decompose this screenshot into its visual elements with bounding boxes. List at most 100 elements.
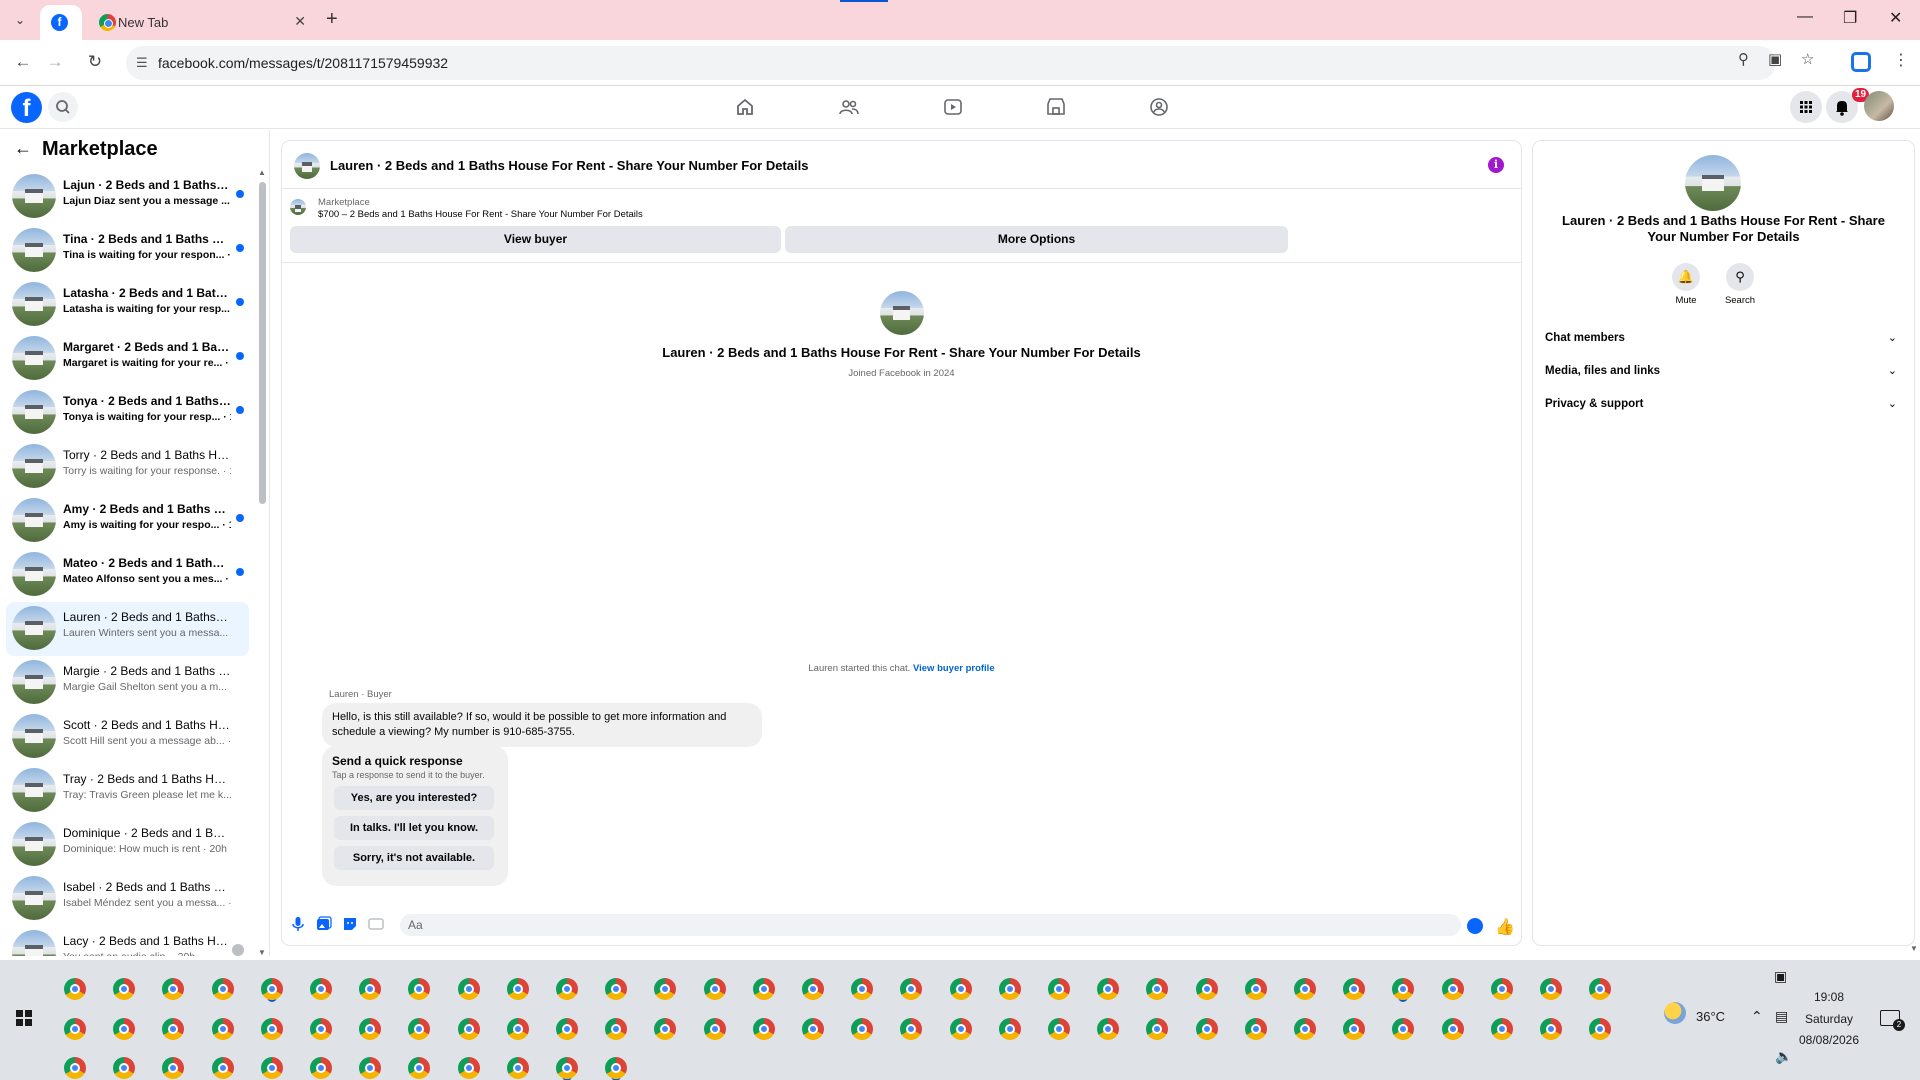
chrome-taskbar-icon[interactable] bbox=[1245, 978, 1267, 1000]
quick-response-button[interactable]: Yes, are you interested? bbox=[334, 786, 494, 810]
chrome-taskbar-icon[interactable] bbox=[1245, 1018, 1267, 1040]
clock-time[interactable]: 19:08 bbox=[1784, 990, 1874, 1004]
url-text[interactable]: facebook.com/messages/t/2081171579459932 bbox=[158, 55, 448, 71]
conversation-item[interactable]: Dominique · 2 Beds and 1 Baths... Dominiq… bbox=[6, 818, 249, 872]
chrome-taskbar-icon[interactable] bbox=[556, 1018, 578, 1040]
chrome-taskbar-icon[interactable] bbox=[310, 1018, 332, 1040]
tab-new-tab[interactable]: New Tab ✕ bbox=[88, 5, 314, 40]
chrome-taskbar-icon[interactable] bbox=[654, 1018, 676, 1040]
emoji-icon[interactable] bbox=[1467, 918, 1483, 934]
conversation-item[interactable]: Scott · 2 Beds and 1 Baths Hous... Scott … bbox=[6, 710, 249, 764]
marketplace-icon[interactable] bbox=[1045, 96, 1067, 118]
chrome-taskbar-icon[interactable] bbox=[802, 1018, 824, 1040]
bookmark-star-icon[interactable]: ☆ bbox=[1801, 50, 1814, 68]
page-scroll-down-icon[interactable]: ▼ bbox=[1910, 944, 1918, 953]
privacy-support-section[interactable]: Privacy & support ⌄ bbox=[1545, 396, 1897, 416]
extension-icon[interactable] bbox=[1851, 52, 1871, 72]
chrome-taskbar-icon[interactable] bbox=[261, 978, 283, 1000]
new-tab-plus-icon[interactable]: + bbox=[326, 8, 338, 30]
conversation-item[interactable]: Lacy · 2 Beds and 1 Baths Ho... You sent … bbox=[6, 926, 249, 956]
clock-day[interactable]: Saturday bbox=[1784, 1012, 1874, 1026]
address-bar[interactable]: ☰ facebook.com/messages/t/20811715794599… bbox=[126, 46, 1776, 80]
chrome-taskbar-icon[interactable] bbox=[1589, 1018, 1611, 1040]
chrome-taskbar-icon[interactable] bbox=[704, 1018, 726, 1040]
facebook-logo-icon[interactable]: f bbox=[11, 92, 42, 123]
chrome-taskbar-icon[interactable] bbox=[1540, 1018, 1562, 1040]
chrome-taskbar-icon[interactable] bbox=[605, 1018, 627, 1040]
window-close-icon[interactable]: ✕ bbox=[1889, 8, 1902, 28]
chrome-taskbar-icon[interactable] bbox=[310, 978, 332, 1000]
chrome-taskbar-icon[interactable] bbox=[162, 1057, 184, 1079]
notification-center-icon[interactable]: 2 bbox=[1880, 1010, 1905, 1031]
chrome-taskbar-icon[interactable] bbox=[605, 978, 627, 1000]
sidebar-scrollbar[interactable]: ▲ ▼ bbox=[256, 168, 268, 956]
chrome-taskbar-icon[interactable] bbox=[1442, 978, 1464, 1000]
chrome-taskbar-icon[interactable] bbox=[1097, 978, 1119, 1000]
screen-capture-icon[interactable]: ▣ bbox=[1774, 968, 1787, 985]
view-buyer-button[interactable]: View buyer bbox=[290, 226, 781, 253]
chrome-taskbar-icon[interactable] bbox=[1491, 1018, 1513, 1040]
chrome-taskbar-icon[interactable] bbox=[1146, 1018, 1168, 1040]
quick-response-button[interactable]: In talks. I'll let you know. bbox=[334, 816, 494, 840]
conversation-item[interactable]: Lauren · 2 Beds and 1 Baths Ho... Lauren … bbox=[6, 602, 249, 656]
conversation-item[interactable]: Tonya · 2 Beds and 1 Baths Ho... Tonya is… bbox=[6, 386, 249, 440]
chrome-taskbar-icon[interactable] bbox=[999, 1018, 1021, 1040]
back-arrow-icon[interactable]: ← bbox=[12, 52, 34, 72]
chrome-taskbar-icon[interactable] bbox=[1540, 978, 1562, 1000]
chrome-taskbar-icon[interactable] bbox=[1343, 1018, 1365, 1040]
chrome-taskbar-icon[interactable] bbox=[1048, 1018, 1070, 1040]
chrome-taskbar-icon[interactable] bbox=[64, 1057, 86, 1079]
conversation-item[interactable]: Margie · 2 Beds and 1 Baths Ho... Margie … bbox=[6, 656, 249, 710]
weather-temperature[interactable]: 36°C bbox=[1696, 1009, 1725, 1024]
facebook-search-button[interactable] bbox=[48, 92, 78, 122]
browser-menu-icon[interactable]: ⋮ bbox=[1893, 50, 1909, 70]
chrome-taskbar-icon[interactable] bbox=[507, 978, 529, 1000]
chrome-taskbar-icon[interactable] bbox=[1196, 1018, 1218, 1040]
chrome-taskbar-icon[interactable] bbox=[1294, 1018, 1316, 1040]
media-files-section[interactable]: Media, files and links ⌄ bbox=[1545, 363, 1897, 383]
mute-button[interactable]: 🔔 Mute bbox=[1666, 263, 1706, 306]
chrome-taskbar-icon[interactable] bbox=[851, 978, 873, 1000]
weather-icon[interactable] bbox=[1664, 1002, 1686, 1024]
chrome-taskbar-icon[interactable] bbox=[802, 978, 824, 1000]
restore-icon[interactable]: ❐ bbox=[1843, 8, 1857, 28]
chrome-taskbar-icon[interactable] bbox=[359, 978, 381, 1000]
chrome-taskbar-icon[interactable] bbox=[654, 978, 676, 1000]
chrome-taskbar-icon[interactable] bbox=[507, 1018, 529, 1040]
chrome-taskbar-icon[interactable] bbox=[458, 1018, 480, 1040]
sidebar-scroll-thumb[interactable] bbox=[259, 182, 266, 504]
chrome-taskbar-icon[interactable] bbox=[753, 1018, 775, 1040]
groups-icon[interactable] bbox=[1148, 96, 1170, 118]
gif-icon[interactable] bbox=[368, 916, 384, 932]
conversation-item[interactable]: Mateo · 2 Beds and 1 Baths H... Mateo Alf… bbox=[6, 548, 249, 602]
chrome-taskbar-icon[interactable] bbox=[162, 1018, 184, 1040]
conversation-item[interactable]: Tray · 2 Beds and 1 Baths House... Tray: … bbox=[6, 764, 249, 818]
chrome-taskbar-icon[interactable] bbox=[212, 978, 234, 1000]
chrome-taskbar-icon[interactable] bbox=[1294, 978, 1316, 1000]
chrome-taskbar-icon[interactable] bbox=[261, 1018, 283, 1040]
conversation-item[interactable]: Latasha · 2 Beds and 1 Baths ... Latasha … bbox=[6, 278, 249, 332]
chevron-up-icon[interactable]: ⌃ bbox=[1751, 1008, 1763, 1025]
chrome-taskbar-icon[interactable] bbox=[1048, 978, 1070, 1000]
chrome-taskbar-icon[interactable] bbox=[1097, 1018, 1119, 1040]
chrome-taskbar-icon[interactable] bbox=[900, 978, 922, 1000]
chrome-taskbar-icon[interactable] bbox=[359, 1018, 381, 1040]
sticker-icon[interactable] bbox=[342, 916, 358, 932]
conversation-item[interactable]: Amy · 2 Beds and 1 Baths Hou... Amy is wa… bbox=[6, 494, 249, 548]
chrome-taskbar-icon[interactable] bbox=[950, 978, 972, 1000]
menu-grid-button[interactable] bbox=[1790, 91, 1822, 123]
tab-facebook[interactable]: f bbox=[40, 5, 82, 40]
chrome-taskbar-icon[interactable] bbox=[1491, 978, 1513, 1000]
conversation-info-icon[interactable]: i bbox=[1488, 157, 1504, 173]
chrome-taskbar-icon[interactable] bbox=[556, 978, 578, 1000]
chat-title[interactable]: Lauren · 2 Beds and 1 Baths House For Re… bbox=[330, 158, 808, 173]
more-options-button[interactable]: More Options bbox=[785, 226, 1288, 253]
microphone-icon[interactable] bbox=[290, 916, 306, 932]
chrome-taskbar-icon[interactable] bbox=[605, 1057, 627, 1079]
listing-title[interactable]: $700 – 2 Beds and 1 Baths House For Rent… bbox=[318, 209, 643, 220]
conversation-item[interactable]: Lajun · 2 Beds and 1 Baths Ho... Lajun Di… bbox=[6, 170, 249, 224]
chrome-taskbar-icon[interactable] bbox=[753, 978, 775, 1000]
tab-search-chevron-icon[interactable]: ⌄ bbox=[8, 8, 32, 32]
tab-close-icon[interactable]: ✕ bbox=[294, 13, 306, 30]
forward-arrow-icon[interactable]: → bbox=[44, 52, 66, 72]
